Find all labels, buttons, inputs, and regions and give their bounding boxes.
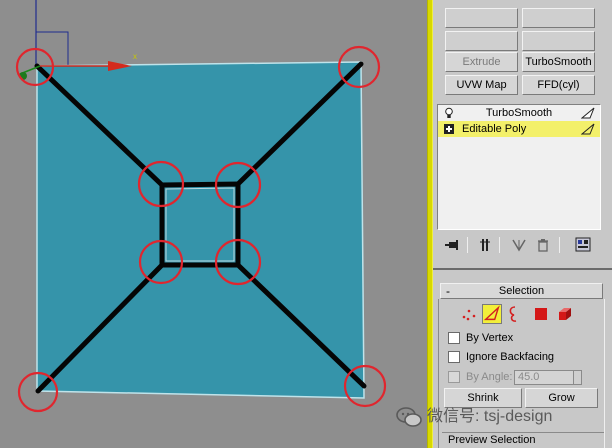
polygon-icon[interactable] [531, 304, 551, 324]
toolbar-separator [559, 237, 560, 253]
show-end-result-icon[interactable] [477, 237, 493, 253]
stack-item-editable-poly[interactable]: Editable Poly [438, 121, 600, 137]
toolbar-separator [499, 237, 500, 253]
modifier-set-button-blank[interactable] [445, 8, 518, 28]
subobject-triangle-icon [581, 123, 595, 135]
by-vertex-checkbox[interactable] [448, 332, 460, 345]
bulb-icon[interactable] [443, 107, 455, 119]
configure-sets-icon[interactable] [575, 237, 593, 253]
perspective-viewport[interactable]: x [0, 0, 427, 448]
element-icon[interactable] [555, 304, 575, 324]
ignore-backfacing-option[interactable]: Ignore Backfacing [448, 350, 554, 366]
toolbar-separator [467, 237, 468, 253]
make-unique-icon[interactable] [511, 237, 527, 253]
by-vertex-option[interactable]: By Vertex [448, 331, 513, 347]
by-angle-checkbox[interactable] [448, 371, 460, 384]
by-angle-option[interactable]: By Angle: [448, 370, 512, 386]
edge-icon[interactable] [482, 304, 502, 324]
modifier-set-button-blank[interactable] [445, 31, 518, 51]
plus-box-icon[interactable] [443, 123, 455, 135]
stack-toolbar [437, 234, 603, 256]
modifier-set-button-blank[interactable] [522, 31, 595, 51]
selection-rollout-title: Selection [498, 285, 545, 297]
ignore-backfacing-label: Ignore Backfacing [466, 351, 555, 363]
pin-stack-icon[interactable] [444, 237, 460, 253]
preview-selection-group: Preview Selection [442, 432, 604, 447]
remove-modifier-icon[interactable] [535, 237, 551, 253]
uvw-map-button[interactable]: UVW Map [445, 75, 518, 95]
stack-item-label: TurboSmooth [485, 107, 553, 119]
angle-spinner-arrows[interactable] [574, 370, 582, 385]
modifier-set-button-blank[interactable] [522, 8, 595, 28]
turbosmooth-button[interactable]: TurboSmooth [522, 52, 595, 72]
subobject-triangle-icon [581, 107, 595, 119]
collapse-toggle[interactable]: - [446, 284, 450, 298]
stack-item-label: Editable Poly [462, 123, 527, 135]
viewport-canvas[interactable]: x [0, 0, 427, 448]
ffd-cyl-button[interactable]: FFD(cyl) [522, 75, 595, 95]
stack-item-turbosmooth[interactable]: TurboSmooth [438, 105, 600, 121]
selection-rollout-header[interactable]: - Selection [440, 283, 603, 299]
axis-x-label: x [133, 52, 137, 61]
by-angle-label: By Angle: [466, 371, 513, 383]
border-icon[interactable] [505, 304, 525, 324]
by-vertex-label: By Vertex [466, 332, 514, 344]
ignore-backfacing-checkbox[interactable] [448, 351, 460, 364]
modifier-stack[interactable]: TurboSmooth Editable Poly [437, 104, 601, 230]
wechat-icon [396, 406, 422, 427]
angle-spinner-field[interactable]: 45.0 [514, 370, 574, 385]
extrude-button[interactable]: Extrude [445, 52, 518, 72]
watermark-text: 微信号: tsj-design [427, 408, 553, 425]
watermark: 微信号: tsj-design [395, 404, 552, 430]
vertex-icon[interactable] [459, 304, 479, 324]
